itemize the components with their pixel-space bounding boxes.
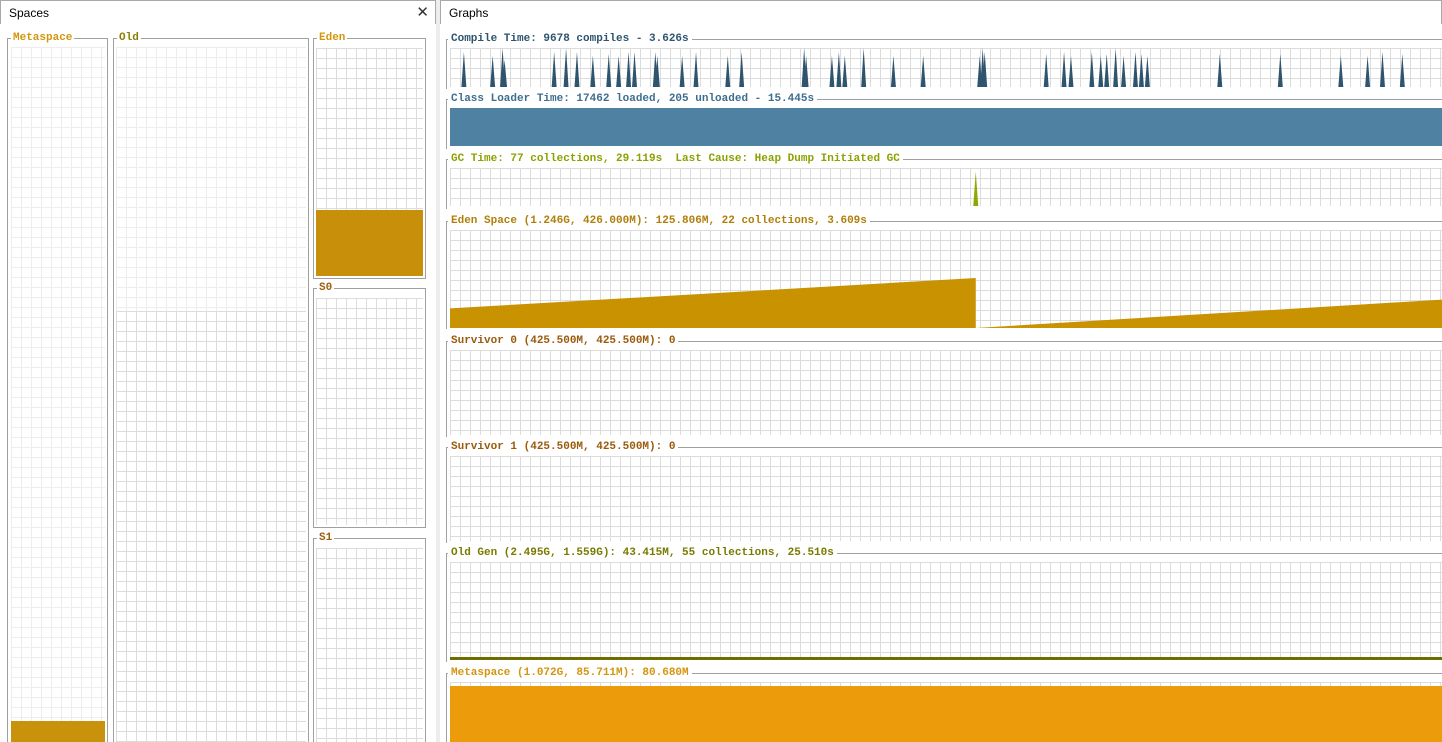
eden-space-grid bbox=[316, 48, 423, 276]
compile-time-chart bbox=[450, 48, 1442, 87]
metaspace-space-box: Metaspace bbox=[7, 31, 108, 742]
compile-spike-32 bbox=[1089, 51, 1095, 87]
compile-spike-42 bbox=[1338, 55, 1344, 87]
compile-spike-21 bbox=[836, 51, 842, 87]
compile-spike-5 bbox=[563, 48, 569, 87]
eden-space-chart bbox=[450, 230, 1442, 328]
eden-space-plot bbox=[450, 278, 1442, 328]
graphs-panel: Graphs Compile Time: 9678 compiles - 3.6… bbox=[440, 0, 1442, 742]
compile-spike-24 bbox=[890, 55, 896, 87]
classloader-time-title: Class Loader Time: 17462 loaded, 205 unl… bbox=[448, 92, 818, 106]
classloader-graph-edge bbox=[446, 99, 447, 149]
compile-spike-45 bbox=[1399, 53, 1405, 87]
survivor1-chart bbox=[450, 456, 1442, 541]
metaspace-graph-edge bbox=[446, 673, 447, 742]
compile-spike-6 bbox=[574, 51, 580, 87]
survivor0-graph-edge bbox=[446, 341, 447, 437]
survivor1-graph-edge bbox=[446, 447, 447, 543]
eden-space-box: Eden bbox=[313, 31, 426, 279]
compile-spike-1 bbox=[490, 55, 496, 87]
compile-spike-38 bbox=[1138, 53, 1144, 87]
spaces-panel: Spaces ✕ Metaspace Old Eden S0 S1 bbox=[0, 0, 436, 742]
close-icon[interactable]: ✕ bbox=[416, 3, 429, 21]
compile-spike-37 bbox=[1132, 51, 1138, 87]
compile-spike-9 bbox=[616, 55, 622, 87]
eden-area bbox=[450, 278, 1442, 328]
compile-spike-31 bbox=[1068, 55, 1074, 87]
eden-space-title: Eden Space (1.246G, 426.000M): 125.806M,… bbox=[448, 214, 870, 228]
metaspace-chart bbox=[450, 682, 1442, 742]
gc-time-plot bbox=[973, 171, 979, 206]
old-space-label: Old bbox=[117, 31, 141, 45]
gc-spike-0 bbox=[973, 171, 979, 206]
compile-spike-25 bbox=[920, 55, 926, 87]
graphs-tab-label: Graphs bbox=[449, 6, 489, 20]
compile-spike-23 bbox=[861, 48, 867, 87]
oldgen-chart bbox=[450, 562, 1442, 660]
eden-space-label: Eden bbox=[317, 31, 348, 45]
compile-spike-33 bbox=[1098, 55, 1104, 87]
s0-space-grid bbox=[316, 298, 423, 525]
oldgen-fill bbox=[450, 657, 1442, 660]
compile-spike-7 bbox=[590, 55, 596, 87]
compile-spike-34 bbox=[1104, 53, 1110, 87]
compile-spike-14 bbox=[679, 55, 685, 87]
compile-spike-30 bbox=[1061, 51, 1067, 87]
oldgen-graph-edge bbox=[446, 553, 447, 662]
gc-time-chart bbox=[450, 168, 1442, 206]
compile-time-title: Compile Time: 9678 compiles - 3.626s bbox=[448, 32, 692, 46]
survivor0-chart bbox=[450, 350, 1442, 435]
compile-spike-44 bbox=[1380, 51, 1385, 87]
survivor0-title: Survivor 0 (425.500M, 425.500M): 0 bbox=[448, 334, 679, 348]
graphs-tab[interactable]: Graphs bbox=[440, 0, 1442, 24]
compile-spike-43 bbox=[1365, 55, 1371, 87]
survivor1-title: Survivor 1 (425.500M, 425.500M): 0 bbox=[448, 440, 679, 454]
compile-spike-22 bbox=[842, 55, 848, 87]
classloader-time-chart bbox=[450, 108, 1442, 146]
eden-space-fill bbox=[316, 209, 423, 276]
oldgen-title: Old Gen (2.495G, 1.559G): 43.415M, 55 co… bbox=[448, 546, 837, 560]
compile-spike-11 bbox=[632, 51, 637, 87]
compile-graph-edge bbox=[446, 39, 447, 89]
metaspace-title: Metaspace (1.072G, 85.711M): 80.680M bbox=[448, 666, 692, 680]
spaces-tab-label: Spaces bbox=[9, 6, 50, 20]
gc-graph-edge bbox=[446, 159, 447, 209]
graphs-tabbar: Graphs bbox=[440, 0, 1442, 24]
old-space-grid bbox=[116, 47, 306, 742]
compile-spike-20 bbox=[829, 55, 835, 87]
spaces-tabbar: Spaces ✕ bbox=[0, 0, 436, 24]
compile-spike-39 bbox=[1144, 55, 1150, 87]
metaspace-space-grid bbox=[11, 47, 105, 742]
old-space-box: Old bbox=[113, 31, 309, 742]
s1-space-grid bbox=[316, 548, 423, 742]
spaces-content: Metaspace Old Eden S0 S1 bbox=[0, 24, 436, 742]
compile-time-plot bbox=[461, 48, 1405, 87]
metaspace-space-label: Metaspace bbox=[11, 31, 75, 45]
compile-spike-35 bbox=[1113, 48, 1119, 87]
compile-spike-15 bbox=[693, 51, 699, 87]
compile-spike-41 bbox=[1277, 53, 1283, 87]
compile-spike-29 bbox=[1043, 53, 1049, 87]
s0-space-box: S0 bbox=[313, 281, 426, 528]
s1-space-label: S1 bbox=[317, 531, 335, 545]
old-space-capacity bbox=[116, 311, 306, 742]
compile-spike-8 bbox=[606, 53, 612, 87]
compile-spike-17 bbox=[739, 51, 745, 87]
graphs-content: Compile Time: 9678 compiles - 3.626s Cla… bbox=[440, 24, 1442, 742]
compile-spike-40 bbox=[1217, 53, 1223, 87]
compile-spike-36 bbox=[1121, 55, 1127, 87]
eden-graph-edge bbox=[446, 221, 447, 329]
compile-spike-10 bbox=[626, 51, 632, 87]
classloader-time-fill bbox=[450, 108, 1442, 146]
spaces-tab[interactable]: Spaces ✕ bbox=[0, 0, 436, 24]
gc-time-title: GC Time: 77 collections, 29.119s Last Ca… bbox=[448, 152, 903, 166]
metaspace-space-fill bbox=[11, 721, 105, 742]
compile-spike-4 bbox=[551, 51, 557, 87]
compile-spike-0 bbox=[461, 51, 467, 87]
s0-space-label: S0 bbox=[317, 281, 335, 295]
s1-space-box: S1 bbox=[313, 531, 426, 742]
compile-spike-16 bbox=[725, 55, 731, 87]
metaspace-fill bbox=[450, 685, 1442, 742]
